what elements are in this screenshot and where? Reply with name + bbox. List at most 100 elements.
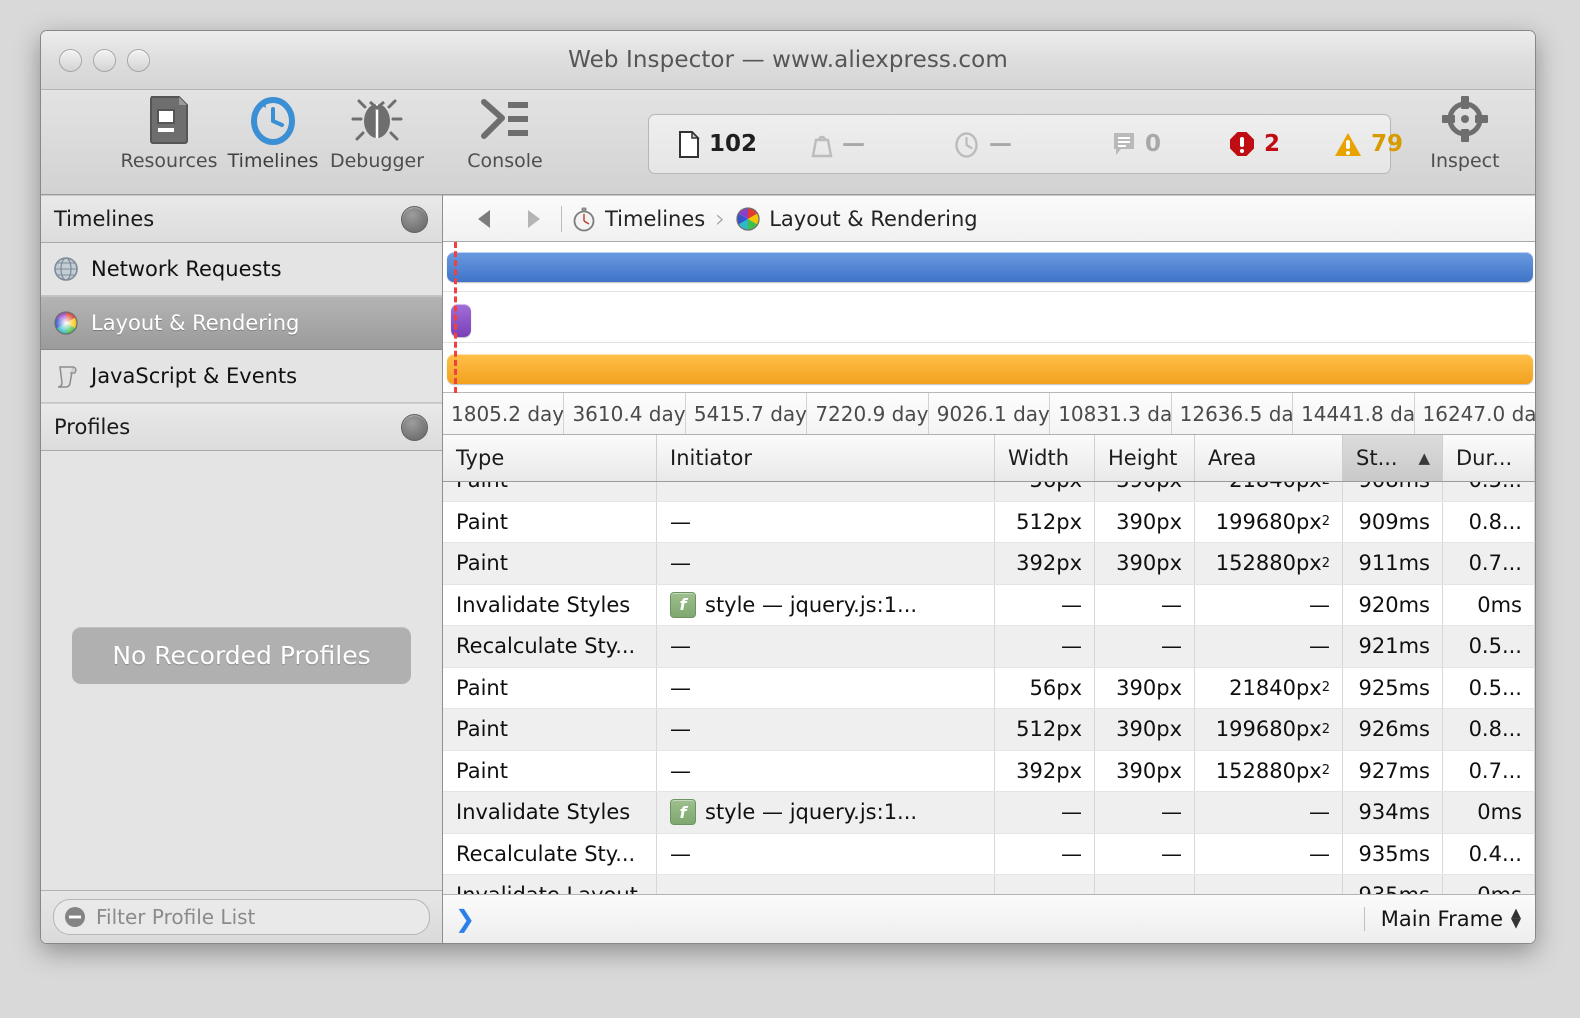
ruler-tick: 14441.8 days <box>1293 393 1415 434</box>
toolbar-tab-resources[interactable]: Resources <box>117 90 221 172</box>
grid-column-header-type[interactable]: Type <box>443 435 657 481</box>
grid-column-header-width[interactable]: Width <box>995 435 1095 481</box>
grid-column-header-initiator[interactable]: Initiator <box>657 435 995 481</box>
table-row[interactable]: Invalidate Styles f style — jquery.js:1...… <box>443 792 1535 834</box>
breadcrumb-label: Layout & Rendering <box>769 206 978 231</box>
table-row[interactable]: Paint—56px390px21840px2908ms0.5... <box>443 482 1535 502</box>
initiator-label[interactable]: style — jquery.js:1... <box>705 800 917 824</box>
cell-width: 512px <box>995 709 1095 750</box>
grid-column-label: Height <box>1108 446 1178 470</box>
timeline-graph[interactable] <box>443 242 1535 393</box>
filter-placeholder: Filter Profile List <box>96 905 256 929</box>
cell-start: 934ms <box>1343 792 1443 833</box>
status-load-time[interactable]: — <box>953 131 1012 158</box>
cell-initiator: f style — jquery.js:1... <box>657 584 995 625</box>
forward-arrow-icon[interactable] <box>509 208 559 230</box>
toolbar-tab-console[interactable]: Console <box>453 90 557 172</box>
ruler-tick: 3610.4 days <box>564 393 686 434</box>
table-row[interactable]: Paint —56px 390px 21840px 2 925ms 0.5... <box>443 667 1535 709</box>
resources-icon <box>145 92 193 146</box>
chevron-right-icon[interactable]: ❯ <box>455 905 475 933</box>
sidebar-item-layout-rendering[interactable]: Layout & Rendering <box>41 296 442 350</box>
back-arrow-icon[interactable] <box>459 208 509 230</box>
inspector-body: Timelines Network Requests Layout & Rend… <box>41 195 1535 943</box>
frame-selector[interactable]: Main Frame ▲ ▼ <box>1363 907 1521 931</box>
status-error-count[interactable]: 2 <box>1229 131 1280 158</box>
log-bubble-icon <box>1114 133 1135 155</box>
profiles-section-header[interactable]: Profiles <box>41 403 442 451</box>
table-row[interactable]: Paint —392px 390px 152880px 2 911ms 0.7... <box>443 543 1535 585</box>
cell-height: — <box>1095 584 1195 625</box>
network-requests-bar[interactable] <box>447 252 1533 282</box>
table-row[interactable]: Invalidate Layout————935ms0ms <box>443 875 1535 894</box>
ruler-tick: 12636.5 days <box>1172 393 1294 434</box>
table-row[interactable]: Paint —512px 390px 199680px 2 926ms 0.8... <box>443 709 1535 751</box>
cell-width: 392px <box>995 543 1095 584</box>
cell-duration: 0.8... <box>1443 501 1535 542</box>
grid-column-header-area[interactable]: Area <box>1195 435 1343 481</box>
toolbar-tab-label: Resources <box>120 150 218 172</box>
status-log-count[interactable]: 0 <box>1112 131 1161 157</box>
breadcrumb-layout-rendering[interactable]: Layout & Rendering <box>735 206 978 232</box>
color-wheel-icon <box>52 309 80 337</box>
status-transfer-size[interactable]: — <box>811 131 865 158</box>
close-button[interactable] <box>59 49 82 72</box>
up-down-stepper-icon[interactable]: ▲ ▼ <box>1511 907 1521 929</box>
cell-start: 925ms <box>1343 667 1443 708</box>
function-badge-icon: f <box>670 591 696 618</box>
filter-profile-input[interactable]: Filter Profile List <box>53 899 430 935</box>
status-resource-count[interactable]: 102 <box>678 130 757 158</box>
status-warning-count[interactable]: 79 <box>1334 131 1403 158</box>
table-row[interactable]: Paint —512px 390px 199680px 2 909ms 0.8... <box>443 501 1535 543</box>
filter-minus-icon <box>65 907 85 927</box>
document-icon <box>679 130 700 158</box>
grid-column-header-start[interactable]: St... ▲ <box>1343 435 1443 481</box>
ruler-tick: 9026.1 days <box>929 393 1051 434</box>
globe-icon <box>52 255 80 283</box>
grid-body[interactable]: Paint—56px390px21840px2908ms0.5...Paint—… <box>443 482 1535 894</box>
timeline-playhead[interactable] <box>454 242 457 393</box>
inspect-element-button[interactable]: Inspect <box>1405 90 1525 172</box>
sort-ascending-icon: ▲ <box>1418 449 1430 467</box>
sidebar-item-javascript-events[interactable]: JavaScript & Events <box>41 350 442 403</box>
cell-type: Invalidate Layout <box>443 875 657 894</box>
cell-width: 392px <box>995 750 1095 791</box>
timelines-icon <box>247 92 299 146</box>
cell-height: — <box>1095 792 1195 833</box>
toolbar-tab-label: Debugger <box>329 150 425 172</box>
content-pane: Timelines › Layout & Rendering 1805.2 da… <box>443 195 1535 943</box>
breadcrumb-timelines[interactable]: Timelines <box>571 206 705 232</box>
record-timeline-button[interactable] <box>401 205 428 233</box>
cell-area: 199680px 2 <box>1195 709 1343 750</box>
table-row[interactable]: Paint —392px 390px 152880px 2 927ms 0.7... <box>443 750 1535 792</box>
cell-initiator: — <box>657 750 995 791</box>
script-scroll-icon <box>52 362 80 390</box>
toolbar-tab-label: Console <box>467 150 543 172</box>
cell-height: — <box>1095 875 1195 894</box>
cell-initiator: — <box>657 626 995 667</box>
table-row[interactable]: Recalculate Sty... — — — —921ms 0.5... <box>443 626 1535 668</box>
grid-column-header-height[interactable]: Height <box>1095 435 1195 481</box>
cell-initiator: — <box>657 543 995 584</box>
sidebar-item-network-requests[interactable]: Network Requests <box>41 243 442 296</box>
filter-bar: Filter Profile List <box>41 890 442 943</box>
window-traffic-lights <box>59 49 150 72</box>
inspect-target-icon <box>1439 92 1491 146</box>
grid-column-header-duration[interactable]: Dur... <box>1443 435 1535 481</box>
minimize-button[interactable] <box>93 49 116 72</box>
zoom-button[interactable] <box>127 49 150 72</box>
cell-width: 56px <box>995 482 1095 501</box>
toolbar-tab-timelines[interactable]: Timelines <box>221 90 325 172</box>
cell-duration: 0.7... <box>1443 750 1535 791</box>
grid-column-label: Initiator <box>670 446 752 470</box>
cell-type: Paint <box>443 750 657 791</box>
toolbar-tab-debugger[interactable]: Debugger <box>325 90 429 172</box>
main-toolbar: Resources Timelines Debugger Console 102… <box>41 90 1535 195</box>
table-row[interactable]: Recalculate Sty... — — — —935ms 0.4... <box>443 833 1535 875</box>
table-row[interactable]: Invalidate Styles f style — jquery.js:1...… <box>443 584 1535 626</box>
timelines-section-header[interactable]: Timelines <box>41 195 442 243</box>
cell-width: 56px <box>995 667 1095 708</box>
initiator-label[interactable]: style — jquery.js:1... <box>705 593 917 617</box>
record-profile-button[interactable] <box>401 413 428 441</box>
javascript-events-bar[interactable] <box>447 354 1533 384</box>
